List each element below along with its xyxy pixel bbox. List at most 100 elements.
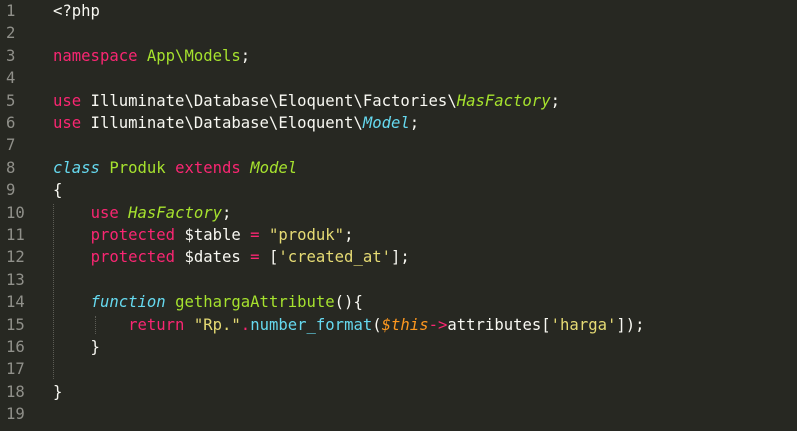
line-number: 11 xyxy=(6,226,25,244)
line-number: 12 xyxy=(6,248,25,267)
code-text: namespace App\Models; xyxy=(53,45,250,67)
code-token: Model xyxy=(250,158,298,177)
line-number: 19 xyxy=(6,405,25,424)
code-token: (){ xyxy=(334,293,363,312)
code-token: use xyxy=(90,203,119,222)
code-token: Produk xyxy=(109,158,166,177)
code-token: = xyxy=(250,226,260,244)
code-text: use HasFactory; xyxy=(53,202,232,224)
line-number: 17 xyxy=(6,360,25,379)
code-line[interactable]: 7 xyxy=(0,134,797,156)
line-number: 15 xyxy=(6,315,25,334)
code-token: HasFactory xyxy=(128,203,223,222)
code-text: return "Rp.".number_format($this->attrib… xyxy=(53,314,645,336)
code-line[interactable]: 14 function gethargaAttribute(){ xyxy=(0,291,797,313)
code-text: use Illuminate\Database\Eloquent\Model; xyxy=(53,112,419,134)
code-text: { xyxy=(53,179,62,201)
line-number: 10 xyxy=(6,203,25,222)
line-number: 14 xyxy=(6,293,25,312)
code-line[interactable]: 1 <?php xyxy=(0,0,797,22)
code-line[interactable]: 9{ xyxy=(0,179,797,201)
code-text: } xyxy=(53,336,100,358)
code-line[interactable]: 13 xyxy=(0,269,797,291)
code-token: return xyxy=(128,315,185,334)
code-token: [ xyxy=(259,248,279,267)
code-line[interactable]: 12 protected $dates = ['created_at']; xyxy=(0,246,797,268)
code-token: } xyxy=(53,382,63,401)
code-token: namespace xyxy=(53,46,138,65)
code-token: . xyxy=(240,315,251,334)
code-text: <?php xyxy=(53,0,100,22)
line-number: 5 xyxy=(6,91,16,110)
code-token: "produk" xyxy=(268,226,345,244)
code-token: class xyxy=(53,158,100,177)
code-line[interactable]: 16 } xyxy=(0,336,797,358)
code-token: -> xyxy=(428,315,448,334)
code-token: extends xyxy=(175,158,241,177)
code-line[interactable]: 3 namespace App\Models; xyxy=(0,45,797,67)
code-line[interactable]: 4 xyxy=(0,67,797,89)
line-number: 18 xyxy=(6,382,25,401)
line-number: 2 xyxy=(6,24,16,43)
code-token: attributes[ xyxy=(447,315,551,334)
code-token: "Rp." xyxy=(193,315,241,334)
code-token: <?php xyxy=(53,2,100,20)
line-number: 9 xyxy=(6,181,16,200)
code-line[interactable]: 6 use Illuminate\Database\Eloquent\Model; xyxy=(0,112,797,134)
code-line[interactable]: 19 xyxy=(0,403,797,425)
code-line[interactable]: 2 xyxy=(0,22,797,44)
code-token: Model xyxy=(362,114,410,132)
indent-guide-class xyxy=(53,203,54,379)
code-token: $dates xyxy=(175,248,251,267)
code-line[interactable]: 10 use HasFactory; xyxy=(0,202,797,224)
code-token: ( xyxy=(372,315,382,334)
code-line[interactable]: 17 xyxy=(0,358,797,380)
code-token: Illuminate\Database\Eloquent\ xyxy=(81,114,363,132)
code-text: protected $dates = ['created_at']; xyxy=(53,246,410,268)
code-token: Illuminate\Database\Eloquent\Factories\ xyxy=(81,91,457,110)
code-text: protected $table = "produk"; xyxy=(53,224,354,246)
code-token: function xyxy=(90,293,166,312)
code-line[interactable]: 5 use Illuminate\Database\Eloquent\Factor… xyxy=(0,90,797,112)
code-token: App\Models xyxy=(146,46,241,65)
code-line[interactable]: 18} xyxy=(0,381,797,403)
code-token: protected xyxy=(90,248,176,267)
code-editor[interactable]: 1 <?php 2 3 namespace App\Models; 4 5 use Illum… xyxy=(0,0,797,431)
code-token: ; xyxy=(550,91,560,110)
line-number: 4 xyxy=(6,69,16,88)
code-token: ]); xyxy=(616,315,645,334)
code-line[interactable]: 11 protected $table = "produk"; xyxy=(0,224,797,246)
line-number: 6 xyxy=(6,114,16,132)
code-text: function gethargaAttribute(){ xyxy=(53,291,363,313)
code-token: use xyxy=(53,114,82,132)
code-token: $this xyxy=(381,315,429,334)
code-token: 'harga' xyxy=(550,315,617,334)
code-token: $table xyxy=(175,226,251,244)
line-number: 1 xyxy=(6,2,16,20)
code-token: gethargaAttribute xyxy=(175,293,335,312)
code-token: HasFactory xyxy=(456,91,551,110)
line-number: 8 xyxy=(6,158,16,177)
indent-guide-function xyxy=(94,315,96,334)
code-token: { xyxy=(53,181,63,200)
code-line[interactable]: 15 return "Rp.".number_format($this->att… xyxy=(0,314,797,336)
code-token: ; xyxy=(222,203,232,222)
code-token: } xyxy=(53,338,100,356)
code-line[interactable]: 8 class Produk extends Model xyxy=(0,157,797,179)
code-token: = xyxy=(250,248,260,267)
code-text: use Illuminate\Database\Eloquent\Factori… xyxy=(53,90,560,112)
code-token: protected xyxy=(90,226,176,244)
